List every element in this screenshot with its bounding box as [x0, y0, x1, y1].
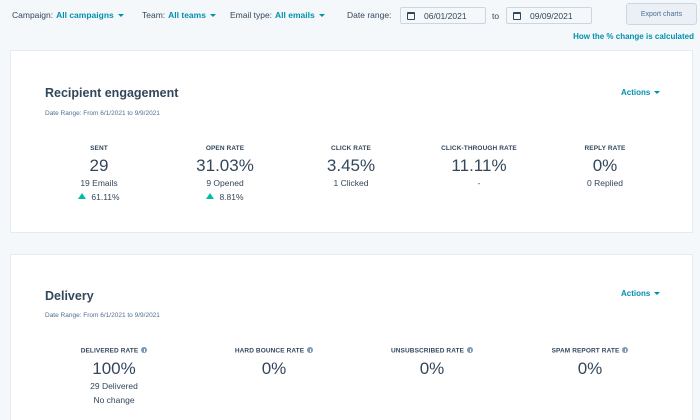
- date-to-value: 09/09/2021: [530, 10, 573, 21]
- metric-change: No change: [93, 394, 135, 405]
- email-type-filter-label: Email type:: [230, 10, 273, 20]
- metric-value: 0%: [577, 358, 603, 378]
- metric-label: CLICK-THROUGH RATE: [441, 145, 517, 152]
- filter-bar: Campaign: All campaigns Team: All teams Em…: [0, 0, 700, 30]
- date-from-value: 06/01/2021: [424, 10, 467, 21]
- metric-value: 0%: [592, 156, 618, 175]
- metric-value: 31.03%: [196, 156, 254, 175]
- delivery-card: Delivery Date Range: From 6/1/2021 to 9/…: [10, 254, 693, 420]
- info-icon[interactable]: [307, 347, 314, 353]
- export-charts-button[interactable]: Export charts: [626, 3, 697, 25]
- metric-change-value: 8.81%: [219, 192, 244, 202]
- date-range-label: Date range:: [347, 10, 392, 20]
- metric-label: DELIVERED RATE: [44, 347, 184, 355]
- date-from-input[interactable]: 06/01/2021: [400, 7, 486, 24]
- info-icon[interactable]: [622, 347, 629, 353]
- metric-value: 3.45%: [326, 156, 376, 175]
- email-type-filter[interactable]: Email type: All emails: [230, 10, 325, 20]
- card-title: Delivery: [45, 289, 94, 303]
- metric-unsubscribed-rate: UNSUBSCRIBED RATE 0%: [362, 347, 502, 379]
- metric-hard-bounce-rate: HARD BOUNCE RATE 0%: [204, 347, 344, 379]
- metric-sub: 0 Replied: [587, 178, 623, 188]
- metric-value: 29: [89, 156, 109, 175]
- actions-dropdown[interactable]: Actions: [621, 289, 661, 298]
- calendar-icon: [407, 11, 415, 20]
- metric-click-through-rate: CLICK-THROUGH RATE 11.11% -: [409, 145, 549, 188]
- chevron-down-icon: [654, 91, 661, 95]
- date-to-label: to: [492, 11, 500, 21]
- chevron-down-icon: [117, 14, 124, 18]
- metric-value: 11.11%: [451, 156, 507, 175]
- team-filter-label: Team:: [142, 10, 166, 20]
- metric-label: CLICK RATE: [331, 145, 371, 152]
- metric-delivered-rate: DELIVERED RATE 100% 29 Delivered No chan…: [44, 347, 184, 405]
- metric-sub: -: [477, 178, 481, 188]
- metric-sub: 1 Clicked: [333, 178, 369, 188]
- metric-value: 0%: [419, 358, 445, 378]
- actions-label: Actions: [621, 289, 651, 298]
- card-date-range: Date Range: From 6/1/2021 to 9/9/2021: [45, 312, 160, 319]
- metric-spam-report-rate: SPAM REPORT RATE 0%: [520, 347, 660, 379]
- email-type-filter-value: All emails: [275, 10, 315, 20]
- metric-label: UNSUBSCRIBED RATE: [362, 347, 502, 355]
- metric-reply-rate: REPLY RATE 0% 0 Replied: [535, 145, 675, 188]
- team-filter[interactable]: Team: All teams: [142, 10, 216, 20]
- metric-label-text: UNSUBSCRIBED RATE: [390, 347, 465, 355]
- calendar-icon: [513, 11, 521, 20]
- team-filter-value: All teams: [168, 10, 206, 20]
- metric-change-value: 61.11%: [91, 192, 120, 202]
- metric-label: SPAM REPORT RATE: [520, 347, 660, 355]
- card-title: Recipient engagement: [45, 86, 179, 100]
- info-icon[interactable]: [141, 347, 148, 353]
- campaign-filter-value: All campaigns: [56, 10, 114, 20]
- actions-dropdown[interactable]: Actions: [621, 88, 661, 97]
- date-to-input[interactable]: 09/09/2021: [506, 7, 592, 24]
- metric-label: SENT: [90, 145, 108, 152]
- triangle-up-icon: [78, 193, 87, 199]
- campaign-filter-label: Campaign:: [12, 10, 54, 20]
- card-date-range: Date Range: From 6/1/2021 to 9/9/2021: [45, 110, 160, 117]
- metric-label-text: HARD BOUNCE RATE: [234, 347, 305, 355]
- metric-sub: 29 Delivered: [90, 380, 138, 391]
- info-icon[interactable]: [467, 347, 474, 353]
- metric-label-text: DELIVERED RATE: [80, 347, 139, 355]
- metric-value: 0%: [261, 358, 287, 378]
- actions-label: Actions: [621, 88, 651, 97]
- metric-click-rate: CLICK RATE 3.45% 1 Clicked: [281, 145, 421, 188]
- metric-label: OPEN RATE: [205, 145, 245, 152]
- triangle-up-icon: [206, 193, 215, 199]
- metric-label: HARD BOUNCE RATE: [204, 347, 344, 355]
- metric-change: 8.81%: [155, 192, 295, 202]
- metric-label-text: SPAM REPORT RATE: [551, 347, 620, 355]
- chevron-down-icon: [209, 14, 216, 18]
- chevron-down-icon: [654, 292, 661, 296]
- recipient-engagement-card: Recipient engagement Date Range: From 6/…: [10, 50, 693, 233]
- metric-label: REPLY RATE: [584, 145, 626, 152]
- metric-change: 61.11%: [29, 192, 169, 202]
- metric-open-rate: OPEN RATE 31.03% 9 Opened 8.81%: [155, 145, 295, 202]
- metric-sub: 19 Emails: [80, 178, 118, 188]
- metric-sub: 9 Opened: [206, 178, 244, 188]
- chevron-down-icon: [318, 14, 325, 18]
- campaign-filter[interactable]: Campaign: All campaigns: [12, 10, 124, 20]
- metric-sent: SENT 29 19 Emails 61.11%: [29, 145, 169, 202]
- metric-value: 100%: [92, 358, 136, 378]
- percent-change-help-link[interactable]: How the % change is calculated: [573, 32, 694, 41]
